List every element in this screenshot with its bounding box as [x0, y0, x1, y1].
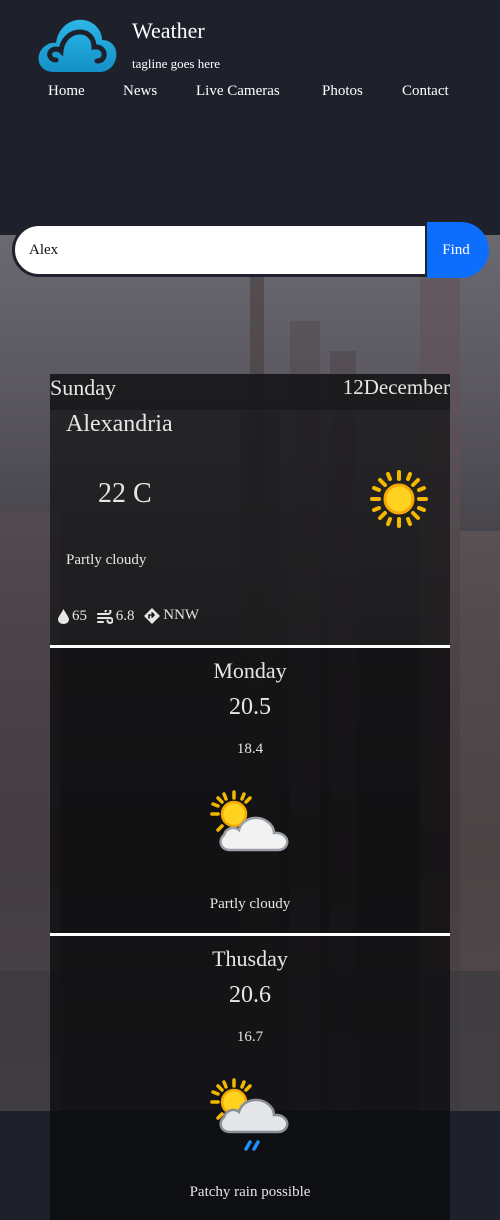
wind-direction-value: NNW — [163, 607, 200, 623]
humidity-value: 65 — [72, 607, 87, 624]
today-condition: Partly cloudy — [66, 552, 147, 568]
forecast-max-temp: 20.5 — [229, 694, 271, 720]
cloud-logo-icon[interactable] — [34, 14, 118, 76]
weather-stats: 65 6.8 NNW — [58, 607, 205, 625]
forecast-min-temp: 16.7 — [236, 1029, 264, 1045]
city-name: Alexandria — [66, 411, 173, 437]
nav-item-news[interactable]: News — [123, 83, 157, 100]
wind-icon — [96, 609, 113, 624]
partly-cloudy-icon — [210, 790, 289, 852]
forecast-min-temp: 18.4 — [236, 741, 264, 757]
forecast-condition: Partly cloudy — [209, 896, 291, 912]
wind-speed-value: 6.8 — [115, 608, 135, 624]
main-nav: Home News Live Cameras Photos Contact — [0, 83, 500, 103]
search-input[interactable] — [12, 223, 428, 277]
today-header: Sunday 12December — [50, 374, 450, 410]
forecast-day-name: Thusday — [212, 946, 288, 971]
forecast-day-name: Monday — [213, 658, 287, 683]
forecast-day-card: Thusday 20.6 16.7 Patchy rain possible — [50, 936, 450, 1220]
wind-direction-stat: NNW — [144, 607, 199, 624]
site-title: Weather — [132, 18, 205, 43]
drop-icon — [58, 608, 69, 624]
today-day: Sunday — [50, 375, 116, 400]
nav-item-photos[interactable]: Photos — [322, 83, 363, 100]
sun-icon — [370, 470, 428, 528]
forecast-max-temp: 20.6 — [229, 982, 271, 1008]
patchy-rain-icon — [210, 1078, 289, 1151]
forecast-panel: Sunday 12December Alexandria 22 C Partly… — [50, 374, 450, 1220]
nav-item-live-cameras[interactable]: Live Cameras — [196, 83, 280, 100]
nav-item-home[interactable]: Home — [48, 83, 85, 100]
humidity-stat: 65 — [58, 608, 87, 625]
wind-stat: 6.8 — [96, 608, 135, 625]
site-tagline: tagline goes here — [132, 56, 221, 71]
forecast-condition: Patchy rain possible — [189, 1184, 311, 1200]
nav-item-contact[interactable]: Contact — [402, 83, 449, 100]
site-header: Weather tagline goes here Home News Live… — [0, 0, 500, 235]
today-card: Sunday 12December Alexandria 22 C Partly… — [50, 374, 450, 646]
today-date: 12December — [342, 375, 450, 399]
compass-icon — [144, 607, 161, 624]
forecast-day-card: Monday 20.5 18.4 Partly cloudy — [50, 648, 450, 934]
current-temperature: 22 C — [98, 478, 152, 509]
find-button[interactable]: Find — [427, 222, 489, 278]
